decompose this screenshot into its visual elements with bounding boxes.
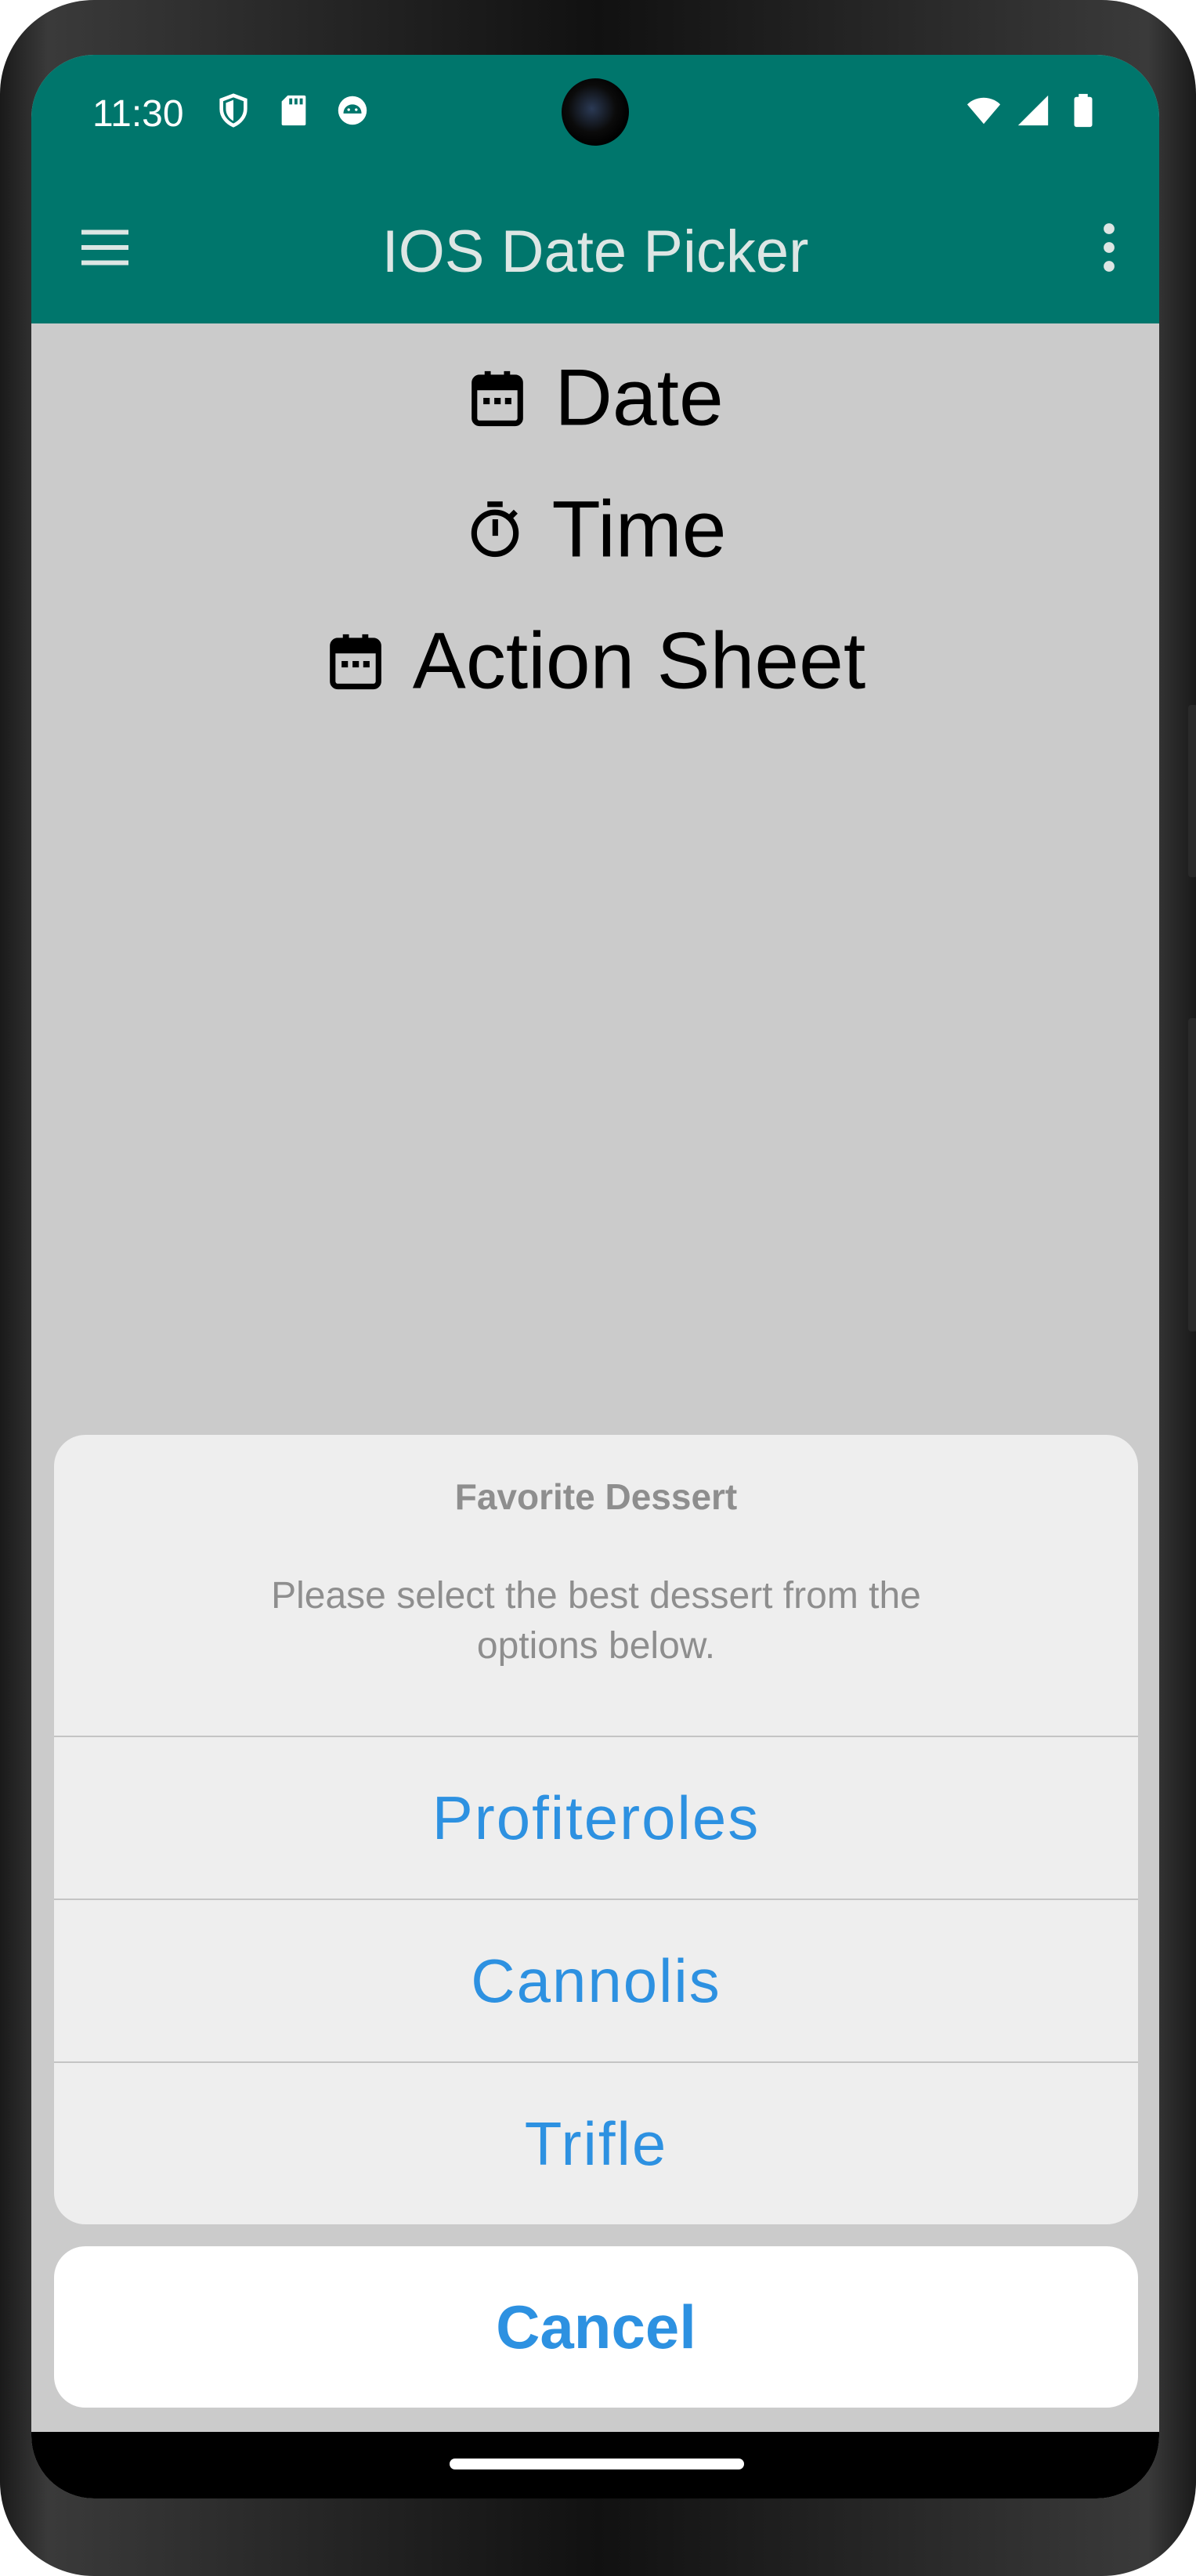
more-options-icon[interactable] [1093,219,1125,276]
calendar-icon [472,370,524,427]
navigation-bar [31,2432,1159,2498]
app-title: IOS Date Picker [381,219,809,285]
action-sheet-item[interactable]: Action Sheet [31,609,1159,707]
calendar-icon [329,634,381,690]
date-label: Date [555,352,724,443]
wifi-icon [967,97,1001,125]
volume-button [1188,705,1196,877]
action-sheet-title: Favorite Dessert [454,1476,738,1517]
status-time: 11:30 [92,93,184,135]
time-label: Time [551,484,727,574]
timer-icon [471,501,519,558]
power-button [1188,1018,1196,1331]
action-sheet-label: Action Sheet [412,616,866,706]
date-item[interactable]: Date [31,346,1159,444]
home-gesture-handle[interactable] [450,2459,744,2469]
battery-icon [1074,93,1093,128]
time-item[interactable]: Time [31,478,1159,576]
app-bar: IOS Date Picker [31,172,1159,323]
option-profiteroles[interactable]: Profiteroles [54,1736,1138,1899]
status-bar: 11:30 [31,55,1159,172]
action-sheet: Favorite Dessert Please select the best … [54,1435,1138,2224]
signal-icon [1017,95,1049,126]
option-cannolis[interactable]: Cannolis [54,1899,1138,2061]
cancel-button[interactable]: Cancel [54,2246,1138,2408]
android-robot-icon [338,96,367,125]
front-camera [562,78,629,146]
sd-card-icon [281,95,306,126]
phone-frame: 11:30 IOS Date Picker Date Time Action S… [0,0,1196,2576]
screen: 11:30 IOS Date Picker Date Time Action S… [31,55,1159,2498]
option-trifle[interactable]: Trifle [54,2061,1138,2224]
top-bar: 11:30 IOS Date Picker [31,55,1159,323]
action-sheet-message: Please select the best dessert from the … [271,1575,921,1667]
shield-icon [219,93,248,128]
